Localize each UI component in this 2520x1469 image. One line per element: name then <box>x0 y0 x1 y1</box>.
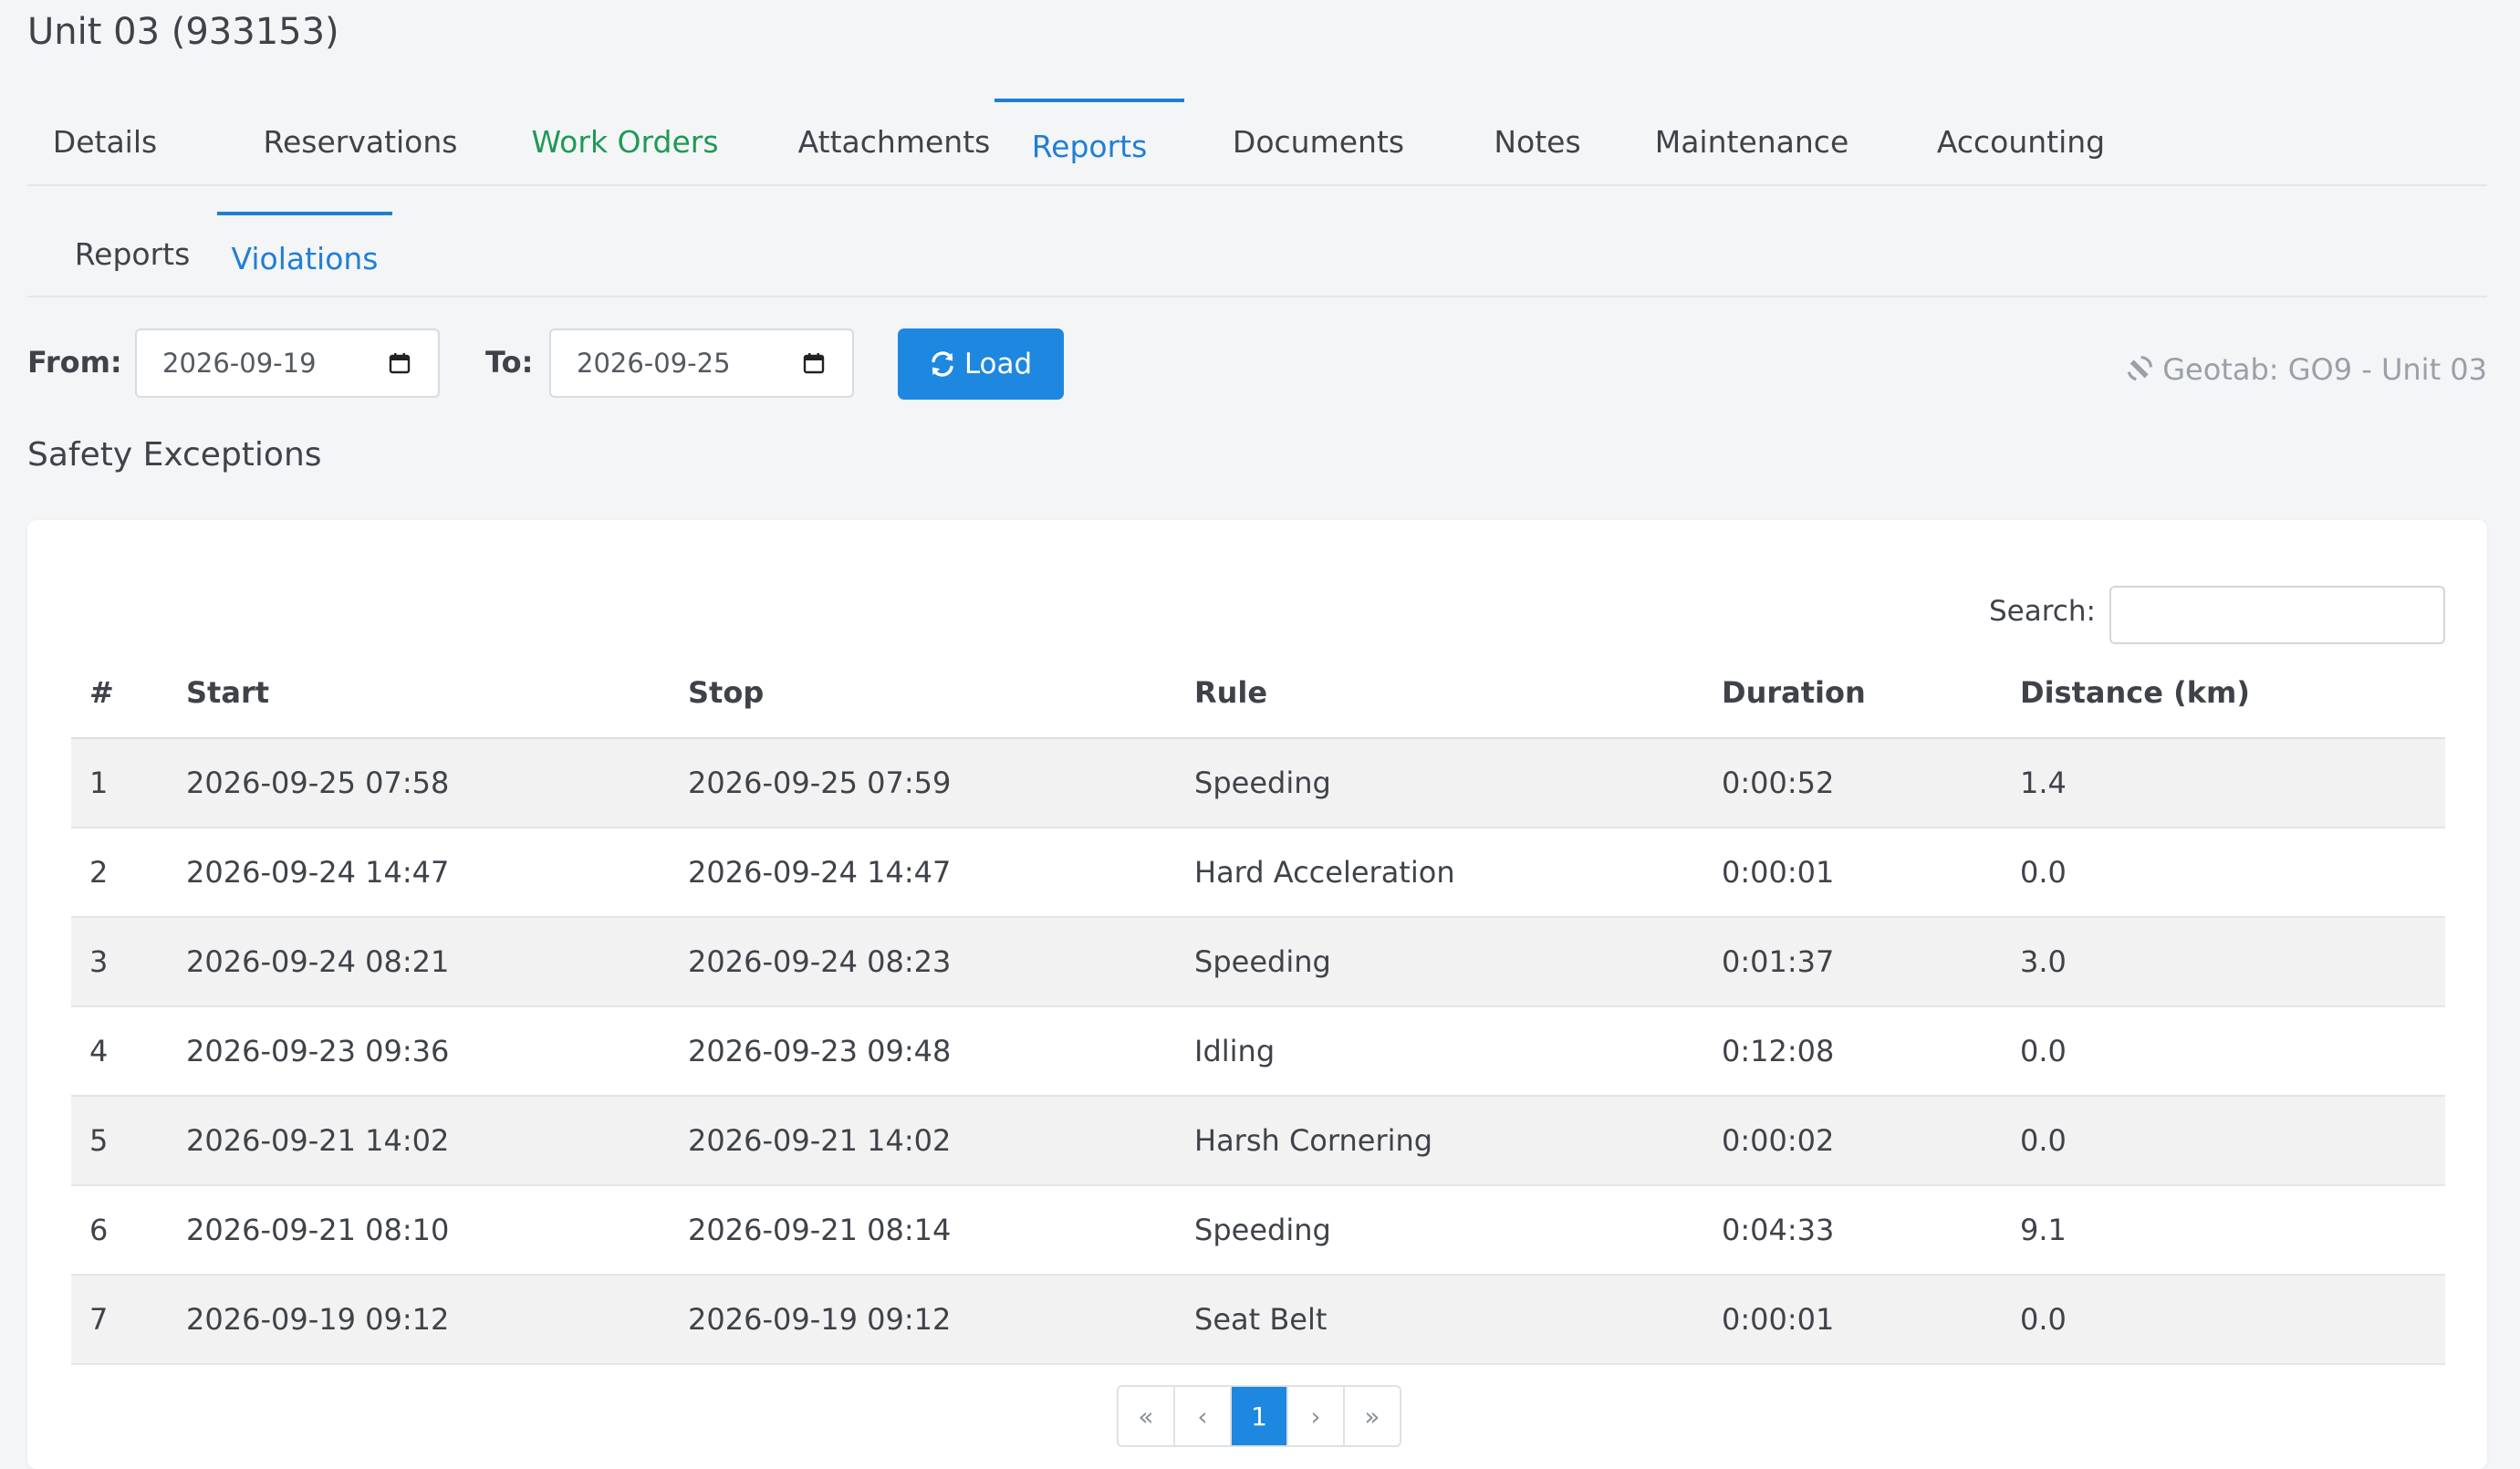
cell-stop: 2026-09-21 08:14 <box>670 1185 1176 1276</box>
main-tabs: Details Reservations Work Orders Attachm… <box>27 99 2487 186</box>
cell-start: 2026-09-21 14:02 <box>168 1096 670 1186</box>
to-label: To: <box>485 345 534 380</box>
calendar-icon[interactable] <box>389 352 411 374</box>
cell-duration: 0:00:01 <box>1703 1275 2002 1365</box>
cell-duration: 0:12:08 <box>1703 1006 2002 1097</box>
cell-number: 2 <box>71 828 168 918</box>
cell-stop: 2026-09-21 14:02 <box>670 1096 1176 1186</box>
page-current-button[interactable]: 1 <box>1230 1387 1286 1445</box>
tab-reservations[interactable]: Reservations <box>228 99 493 184</box>
table-row: 5 2026-09-21 14:02 2026-09-21 14:02 Hars… <box>71 1096 2445 1186</box>
cell-rule: Harsh Cornering <box>1176 1096 1703 1186</box>
tab-accounting[interactable]: Accounting <box>1889 99 2153 184</box>
load-button-label: Load <box>963 348 1033 380</box>
exceptions-card: Search: # Start Stop Rule Duration Dista… <box>27 520 2487 1469</box>
sub-tabs: Reports Violations <box>27 212 2487 297</box>
cell-duration: 0:00:52 <box>1703 738 2002 828</box>
table-row: 4 2026-09-23 09:36 2026-09-23 09:48 Idli… <box>71 1006 2445 1097</box>
cell-duration: 0:04:33 <box>1703 1185 2002 1276</box>
cell-rule: Speeding <box>1176 1185 1703 1276</box>
cell-number: 7 <box>71 1275 168 1365</box>
section-title: Safety Exceptions <box>27 436 322 474</box>
cell-rule: Hard Acceleration <box>1176 828 1703 918</box>
cell-number: 3 <box>71 917 168 1007</box>
cell-stop: 2026-09-19 09:12 <box>670 1275 1176 1365</box>
col-distance[interactable]: Distance (km) <box>2002 648 2445 739</box>
from-date-value: 2026-09-19 <box>162 348 317 379</box>
cell-number: 6 <box>71 1185 168 1276</box>
tab-work-orders[interactable]: Work Orders <box>493 99 757 184</box>
to-date-value: 2026-09-25 <box>577 348 731 379</box>
cell-start: 2026-09-24 14:47 <box>168 828 670 918</box>
pagination: « ‹ 1 › » <box>1117 1385 1401 1447</box>
cell-start: 2026-09-24 08:21 <box>168 917 670 1007</box>
cell-start: 2026-09-21 08:10 <box>168 1185 670 1276</box>
page-last-button[interactable]: » <box>1343 1387 1400 1445</box>
from-date-input[interactable]: 2026-09-19 <box>135 328 440 398</box>
tab-notes[interactable]: Notes <box>1460 99 1615 184</box>
calendar-icon[interactable] <box>803 352 825 374</box>
cell-rule: Speeding <box>1176 738 1703 828</box>
device-label: Geotab: GO9 - Unit 03 <box>2162 352 2487 387</box>
subtab-violations[interactable]: Violations <box>217 212 392 296</box>
cell-start: 2026-09-23 09:36 <box>168 1006 670 1097</box>
page-title: Unit 03 (933153) <box>27 11 339 53</box>
device-info: Geotab: GO9 - Unit 03 <box>2124 352 2487 387</box>
cell-distance: 3.0 <box>2002 917 2445 1007</box>
page-prev-button[interactable]: ‹ <box>1173 1387 1230 1445</box>
cell-number: 5 <box>71 1096 168 1186</box>
search-label: Search: <box>1989 595 2096 628</box>
page-first-button[interactable]: « <box>1119 1387 1173 1445</box>
col-number[interactable]: # <box>71 648 168 739</box>
table-row: 7 2026-09-19 09:12 2026-09-19 09:12 Seat… <box>71 1275 2445 1365</box>
cell-distance: 0.0 <box>2002 1096 2445 1186</box>
cell-stop: 2026-09-24 08:23 <box>670 917 1176 1007</box>
col-duration[interactable]: Duration <box>1703 648 2002 739</box>
table-row: 3 2026-09-24 08:21 2026-09-24 08:23 Spee… <box>71 917 2445 1007</box>
table-header-row: # Start Stop Rule Duration Distance (km) <box>71 648 2445 739</box>
subtab-reports[interactable]: Reports <box>46 212 219 296</box>
cell-distance: 1.4 <box>2002 738 2445 828</box>
col-stop[interactable]: Stop <box>670 648 1176 739</box>
satellite-icon <box>2128 356 2153 381</box>
cell-distance: 0.0 <box>2002 828 2445 918</box>
load-button[interactable]: Load <box>898 328 1064 400</box>
cell-number: 1 <box>71 738 168 828</box>
cell-number: 4 <box>71 1006 168 1097</box>
cell-distance: 0.0 <box>2002 1006 2445 1097</box>
tab-attachments[interactable]: Attachments <box>757 99 1031 184</box>
cell-rule: Seat Belt <box>1176 1275 1703 1365</box>
cell-stop: 2026-09-25 07:59 <box>670 738 1176 828</box>
exceptions-table: # Start Stop Rule Duration Distance (km)… <box>71 648 2445 1365</box>
refresh-icon <box>932 351 953 377</box>
page-next-button[interactable]: › <box>1286 1387 1343 1445</box>
cell-rule: Idling <box>1176 1006 1703 1097</box>
cell-duration: 0:01:37 <box>1703 917 2002 1007</box>
tab-documents[interactable]: Documents <box>1204 99 1432 184</box>
table-row: 6 2026-09-21 08:10 2026-09-21 08:14 Spee… <box>71 1185 2445 1276</box>
cell-stop: 2026-09-24 14:47 <box>670 828 1176 918</box>
cell-rule: Speeding <box>1176 917 1703 1007</box>
cell-start: 2026-09-19 09:12 <box>168 1275 670 1365</box>
col-rule[interactable]: Rule <box>1176 648 1703 739</box>
cell-duration: 0:00:01 <box>1703 828 2002 918</box>
cell-distance: 9.1 <box>2002 1185 2445 1276</box>
cell-duration: 0:00:02 <box>1703 1096 2002 1186</box>
from-label: From: <box>27 345 122 380</box>
search-input[interactable] <box>2109 586 2445 644</box>
tab-details[interactable]: Details <box>46 99 164 184</box>
tab-maintenance[interactable]: Maintenance <box>1615 99 1889 184</box>
cell-distance: 0.0 <box>2002 1275 2445 1365</box>
table-row: 2 2026-09-24 14:47 2026-09-24 14:47 Hard… <box>71 828 2445 918</box>
to-date-input[interactable]: 2026-09-25 <box>549 328 854 398</box>
cell-stop: 2026-09-23 09:48 <box>670 1006 1176 1097</box>
cell-start: 2026-09-25 07:58 <box>168 738 670 828</box>
col-start[interactable]: Start <box>168 648 670 739</box>
table-row: 1 2026-09-25 07:58 2026-09-25 07:59 Spee… <box>71 738 2445 828</box>
tab-reports[interactable]: Reports <box>994 99 1184 184</box>
